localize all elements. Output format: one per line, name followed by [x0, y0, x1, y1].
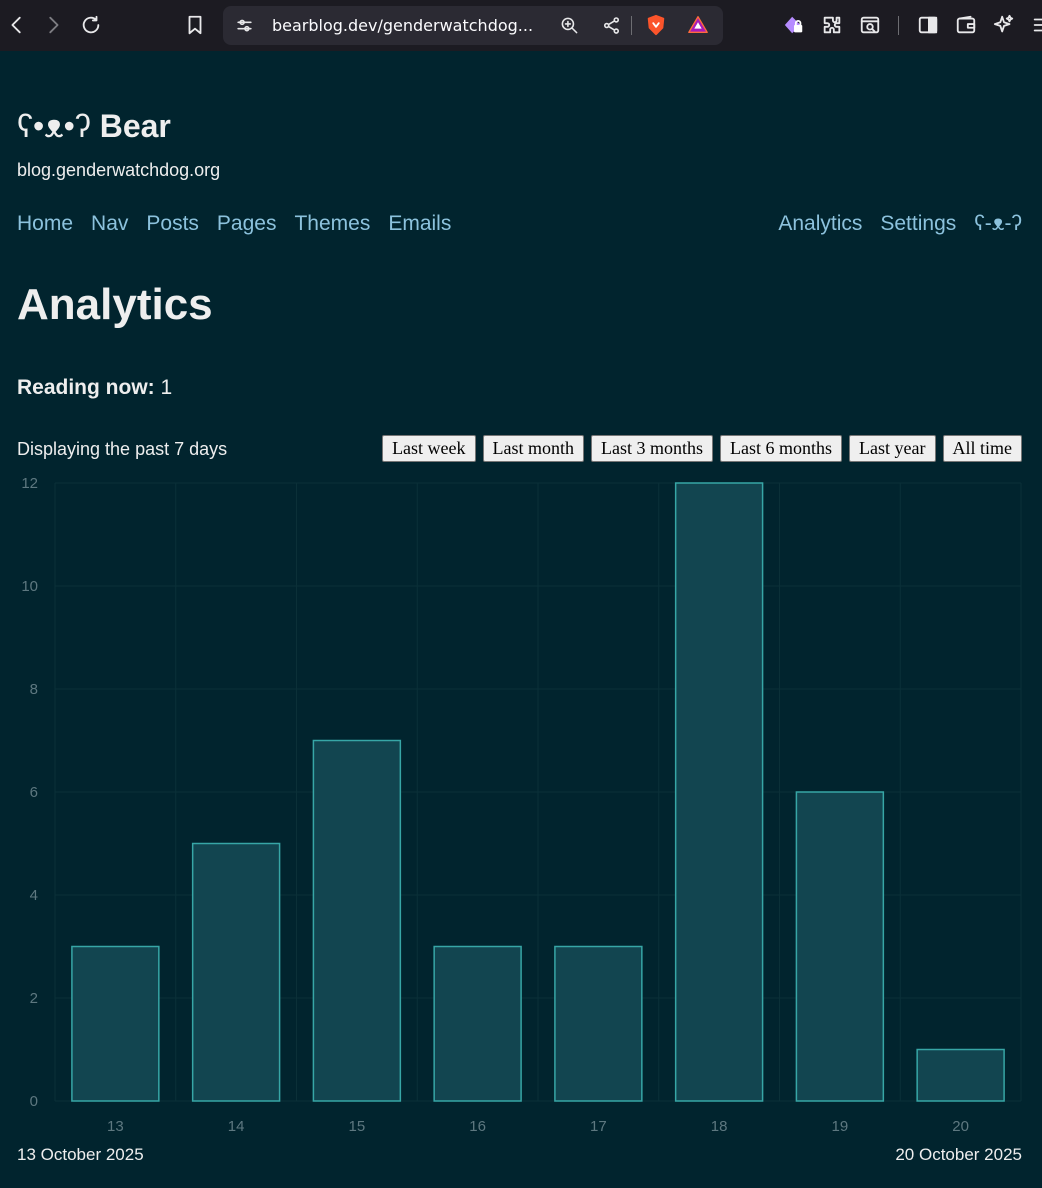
- leo-ai-icon[interactable]: [987, 8, 1021, 42]
- zoom-icon[interactable]: [558, 14, 580, 36]
- url-text[interactable]: bearblog.dev/genderwatchdog...: [272, 16, 533, 35]
- reading-now: Reading now: 1: [17, 376, 172, 400]
- range-last-3-months-button[interactable]: Last 3 months: [591, 435, 714, 462]
- x-tick-label: 16: [469, 1118, 486, 1135]
- x-tick-label: 15: [349, 1118, 366, 1135]
- browser-toolbar: bearblog.dev/genderwatchdog...: [0, 0, 1042, 51]
- x-tick-label: 14: [228, 1118, 245, 1135]
- reload-icon[interactable]: [74, 8, 108, 42]
- forward-icon[interactable]: [36, 8, 70, 42]
- reading-now-label: Reading now:: [17, 376, 155, 399]
- x-tick-label: 19: [832, 1118, 849, 1135]
- range-last-year-button[interactable]: Last year: [849, 435, 936, 462]
- bar-19: [795, 791, 885, 1102]
- nav-home[interactable]: Home: [17, 212, 73, 236]
- nav-nav[interactable]: Nav: [91, 212, 128, 236]
- nav-settings[interactable]: Settings: [880, 212, 956, 236]
- nav-themes[interactable]: Themes: [294, 212, 370, 236]
- x-tick-label: 17: [590, 1118, 607, 1135]
- back-icon[interactable]: [0, 8, 34, 42]
- account-nav: Analytics Settings ʕ-ᴥ-ʔ: [778, 212, 1022, 236]
- reader-mode-icon[interactable]: [853, 8, 887, 42]
- y-tick-label: 0: [30, 1093, 38, 1110]
- y-tick-label: 12: [21, 475, 38, 492]
- range-last-month-button[interactable]: Last month: [482, 435, 585, 462]
- nav-emails[interactable]: Emails: [388, 212, 451, 236]
- reading-now-value: 1: [160, 376, 173, 399]
- nav-posts[interactable]: Posts: [146, 212, 199, 236]
- bar-16: [433, 945, 522, 1102]
- extensions-icon[interactable]: [815, 8, 849, 42]
- nav-analytics[interactable]: Analytics: [778, 212, 862, 236]
- y-tick-label: 10: [21, 578, 38, 595]
- address-bar[interactable]: bearblog.dev/genderwatchdog...: [223, 6, 723, 45]
- site-info-icon[interactable]: [233, 14, 255, 36]
- range-all-time-button[interactable]: All time: [942, 435, 1022, 462]
- nav-account[interactable]: ʕ-ᴥ-ʔ: [974, 212, 1022, 236]
- site-title[interactable]: ʕ•ᴥ•ʔ Bear: [17, 108, 171, 145]
- nav-pages[interactable]: Pages: [217, 212, 277, 236]
- share-icon[interactable]: [600, 14, 622, 36]
- range-selector: Last week Last month Last 3 months Last …: [382, 435, 1022, 462]
- reads-chart: 0 2 4 6 8 10 12 13 14 15 16 17 18 19 20: [0, 470, 1042, 1140]
- vpn-icon[interactable]: [777, 8, 811, 42]
- reads-chart-svg: 0 2 4 6 8 10 12 13 14 15 16 17 18 19 20: [21, 475, 1022, 1135]
- site-name: Bear: [99, 108, 171, 144]
- x-tick-label: 20: [952, 1118, 969, 1135]
- main-nav: Home Nav Posts Pages Themes Emails: [17, 212, 451, 236]
- x-tick-label: 13: [107, 1118, 124, 1135]
- y-tick-label: 2: [30, 990, 38, 1007]
- bar-15: [312, 739, 402, 1102]
- wallet-icon[interactable]: [949, 8, 983, 42]
- y-tick-label: 8: [30, 681, 38, 698]
- bear-face-logo: ʕ•ᴥ•ʔ: [17, 108, 91, 144]
- bar-14: [191, 842, 281, 1102]
- range-last-6-months-button[interactable]: Last 6 months: [720, 435, 843, 462]
- brave-shields-icon[interactable]: [645, 14, 667, 36]
- range-start-date: 13 October 2025: [17, 1145, 144, 1164]
- y-tick-label: 6: [30, 784, 38, 801]
- bar-17: [554, 945, 643, 1102]
- site-domain: blog.genderwatchdog.org: [17, 160, 221, 180]
- y-tick-label: 4: [30, 887, 38, 904]
- range-last-week-button[interactable]: Last week: [382, 435, 476, 462]
- brave-rewards-icon[interactable]: [687, 14, 709, 36]
- url-divider: [631, 16, 632, 35]
- bar-18: [674, 482, 764, 1102]
- bar-13: [71, 945, 160, 1102]
- period-caption: Displaying the past 7 days: [17, 439, 228, 459]
- sidebar-icon[interactable]: [911, 8, 945, 42]
- toolbar-divider: [898, 16, 899, 35]
- menu-icon[interactable]: [1025, 8, 1042, 42]
- range-end-date: 20 October 2025: [895, 1145, 1022, 1164]
- page-title: Analytics: [17, 280, 213, 329]
- x-tick-label: 18: [711, 1118, 728, 1135]
- bookmark-icon[interactable]: [178, 8, 212, 42]
- bar-20: [916, 1048, 1005, 1102]
